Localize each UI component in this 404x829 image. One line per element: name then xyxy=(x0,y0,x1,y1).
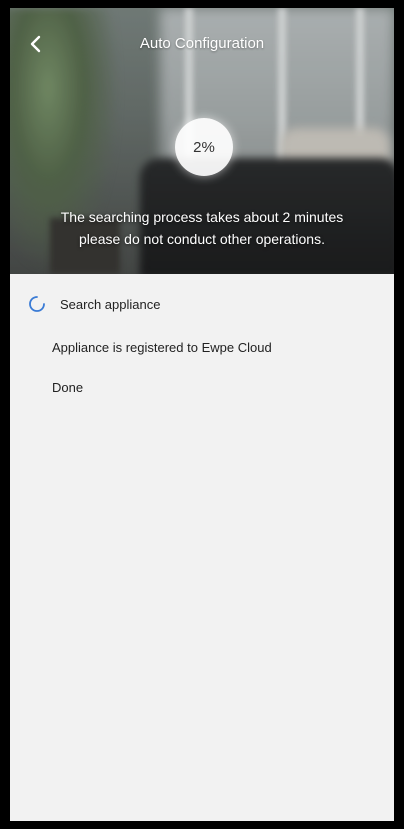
step-search-appliance: Search appliance xyxy=(60,297,161,312)
page-title: Auto Configuration xyxy=(139,35,265,52)
step-done: Done xyxy=(52,380,84,395)
spinner-icon xyxy=(29,296,45,312)
hero-message: The searching process takes about 2 minu… xyxy=(18,206,386,250)
hero-message-line-1: The searching process takes about 2 minu… xyxy=(60,209,344,225)
hero-banner: Auto Configuration 2% The searching proc… xyxy=(10,8,394,274)
app-screen: Auto Configuration 2% The searching proc… xyxy=(10,8,394,821)
progress-indicator: 2% xyxy=(175,118,233,176)
step-registered-cloud: Appliance is registered to Ewpe Cloud xyxy=(52,340,272,355)
progress-percent: 2% xyxy=(193,138,215,156)
hero-message-line-2: please do not conduct other operations. xyxy=(79,231,325,247)
